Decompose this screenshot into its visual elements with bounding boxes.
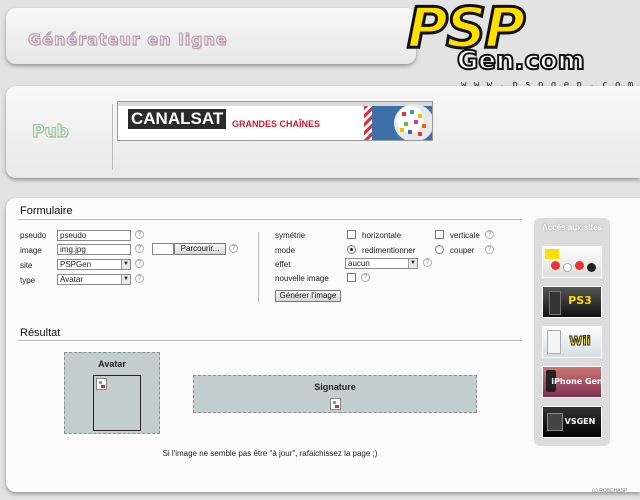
site-tile-iphonegen[interactable]: iPhone Gen (542, 366, 602, 398)
couper-radio[interactable] (435, 245, 444, 254)
image-label: image (20, 246, 42, 255)
generate-button[interactable]: Générer l'image (275, 290, 341, 302)
browse-button[interactable]: Parcourir... (174, 243, 226, 255)
pseudo-label: pseudo (20, 231, 47, 240)
sites-sidebar: Accès aux sites PS3 Wii iPhone Gen VSGEN (534, 218, 610, 446)
pseudo-input[interactable]: pseudo (57, 230, 131, 241)
couper-label: couper (450, 246, 475, 255)
browse-help-icon[interactable]: ? (229, 244, 238, 253)
chevron-down-icon: ▼ (121, 275, 130, 284)
avatar-title: Avatar (98, 359, 126, 369)
site-tile-pspgen[interactable] (542, 246, 602, 278)
nouvelle-image-checkbox[interactable] (347, 273, 356, 282)
file-path-field[interactable] (152, 243, 174, 255)
result-title-underline (18, 340, 522, 341)
symetrie-help-icon[interactable]: ? (485, 230, 494, 239)
redimentionner-radio[interactable] (347, 245, 356, 254)
type-select-value: Avatar (60, 275, 83, 284)
type-select[interactable]: Avatar ▼ (57, 274, 131, 285)
site-tile-ps3gen[interactable]: PS3 (542, 286, 602, 318)
type-help-icon[interactable]: ? (135, 274, 144, 283)
verticale-label: verticale (450, 231, 480, 240)
broken-image-icon (96, 378, 107, 390)
horizontale-label: horizontale (362, 231, 402, 240)
form-column-divider (258, 232, 259, 302)
header-bar: Générateur en ligne (6, 8, 416, 64)
effet-select-value: aucun (348, 259, 370, 268)
form-title-underline (18, 219, 522, 220)
horizontale-checkbox[interactable] (347, 230, 356, 239)
verticale-checkbox[interactable] (435, 230, 444, 239)
avatar-preview-box: Avatar (64, 352, 160, 434)
signature-preview-box: Signature (193, 375, 477, 413)
header-title: Générateur en ligne (28, 30, 228, 50)
banner-text: GRANDES CHAÎNES (232, 119, 321, 129)
site-tile-label: Wii (569, 334, 591, 349)
site-label: site (20, 261, 33, 270)
image-help-icon[interactable]: ? (135, 244, 144, 253)
pub-label: Pub (32, 122, 70, 143)
site-tile-label: PS3 (568, 294, 592, 307)
type-label: type (20, 276, 36, 285)
nouvelle-image-help-icon[interactable]: ? (361, 273, 370, 282)
chevron-down-icon: ▼ (121, 260, 130, 269)
site-help-icon[interactable]: ? (135, 259, 144, 268)
banner-brand: CANALSAT (128, 109, 227, 129)
image-input[interactable]: img.jpg (57, 244, 131, 255)
mode-label: mode (275, 246, 296, 255)
mode-help-icon[interactable]: ? (485, 245, 494, 254)
ad-banner[interactable]: CANALSAT GRANDES CHAÎNES (117, 101, 433, 141)
chevron-down-icon: ▼ (408, 259, 417, 268)
form-title: Formulaire (20, 205, 73, 217)
signature-title: Signature (314, 382, 356, 392)
site-select-value: PSPGen (60, 260, 92, 269)
banner-globe-icon (394, 104, 432, 140)
logo-gen-text: Gen.com (456, 45, 586, 77)
avatar-image[interactable] (93, 375, 141, 431)
sidebar-title: Accès aux sites (541, 223, 603, 232)
redimentionner-label: redimentionner (362, 246, 416, 255)
site-tile-vsgen[interactable]: VSGEN (542, 406, 602, 438)
refresh-note: Si l'image ne semble pas être "à jour", … (162, 449, 378, 458)
nouvelle-image-label: nouvelle image (275, 274, 329, 283)
effet-help-icon[interactable]: ? (423, 258, 432, 267)
banner-zigzag (364, 106, 372, 140)
pspgen-logo[interactable]: PSP Gen.com w w w . p s p g e n . c o m (405, 0, 640, 92)
site-tile-label: VSGEN (564, 417, 596, 426)
site-select[interactable]: PSPGen ▼ (57, 259, 131, 270)
site-tile-wiigen[interactable]: Wii (542, 326, 602, 358)
effet-label: effet (275, 260, 291, 269)
broken-image-icon[interactable] (330, 398, 341, 410)
pub-divider (112, 104, 113, 170)
symetrie-label: symétrie (275, 231, 306, 240)
result-title: Résultat (20, 327, 61, 339)
pseudo-help-icon[interactable]: ? (135, 230, 144, 239)
footer-credit: (c) ROBDHASP (592, 488, 628, 494)
site-tile-label: iPhone Gen (551, 377, 602, 386)
effet-select[interactable]: aucun ▼ (345, 258, 418, 269)
